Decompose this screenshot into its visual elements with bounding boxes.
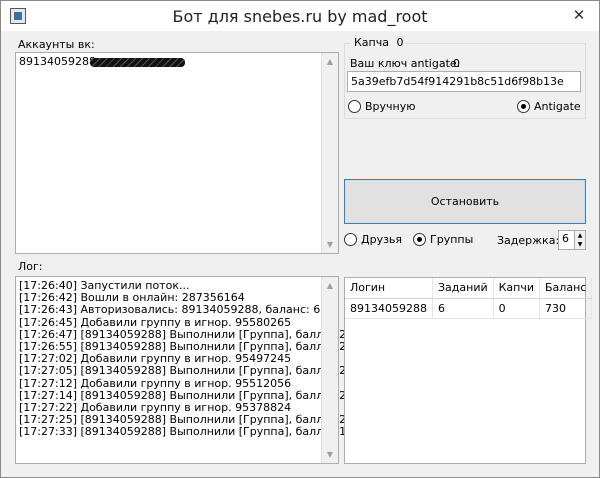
radio-groups-label: Группы (430, 233, 474, 246)
column-header[interactable]: Логин (345, 278, 433, 299)
radio-groups[interactable]: Группы (413, 233, 473, 246)
log-line: [17:27:12] Добавили группу в игнор. 9551… (19, 376, 292, 390)
log-textbox[interactable]: [17:26:40] Запустили поток... [17:26:42] … (15, 276, 354, 464)
table-cell: 0 (493, 298, 541, 319)
captcha-count: 0 (396, 36, 404, 49)
radio-manual-label: Вручную (365, 100, 416, 113)
accounts-textbox[interactable]: 89134059288 ▲ ▼ (15, 52, 339, 254)
title-bar: Бот для snebes.ru by mad_root ✕ (1, 1, 599, 31)
delay-spinner-buttons[interactable]: ▲ ▼ (574, 231, 585, 249)
captcha-group-label: Капча (354, 36, 389, 49)
antigate-key-input[interactable]: 5a39efb7d54f914291b8c51d6f98b13e (347, 71, 581, 92)
window-title: Бот для snebes.ru by mad_root (172, 7, 428, 26)
stats-grid[interactable]: Логин Заданий Капчи Баланс 89134059288 6 0 730 (344, 277, 593, 464)
table-row[interactable]: 89134059288 6 0 730 (345, 298, 593, 319)
redacted-scribble (89, 57, 185, 67)
table-cell: 730 (539, 298, 593, 319)
log-lines: [17:26:40] Запустили поток... [17:26:42] … (16, 279, 354, 439)
antigate-key-count: 0 (453, 57, 460, 70)
radio-antigate-label: Antigate (534, 100, 581, 113)
delay-spinner[interactable]: 6 ▲ ▼ (558, 230, 586, 250)
antigate-key-label: Ваш ключ antigate: (350, 57, 461, 70)
account-entry: 89134059288 (19, 55, 185, 68)
log-scrollbar[interactable]: ▲ ▼ (321, 277, 338, 463)
stats-header-row: Логин Заданий Капчи Баланс (345, 278, 593, 299)
close-button[interactable]: ✕ (568, 5, 590, 25)
radio-antigate-dot (517, 100, 530, 113)
spin-down-icon[interactable]: ▼ (575, 240, 585, 249)
radio-friends[interactable]: Друзья (344, 233, 402, 246)
log-line: [17:27:05] [89134059288] Выполнили [Груп… (19, 364, 354, 378)
accounts-label: Аккаунты вк: (18, 38, 95, 51)
stats-table: Логин Заданий Капчи Баланс 89134059288 6 0 730 (345, 278, 593, 319)
stats-body: 89134059288 6 0 730 (345, 298, 593, 319)
radio-groups-dot (413, 233, 426, 246)
app-window: Бот для snebes.ru by mad_root ✕ Аккаунты… (0, 0, 600, 478)
log-line: [17:26:45] Добавили группу в игнор. 9558… (19, 315, 292, 329)
table-cell: 89134059288 (345, 298, 433, 319)
spin-up-icon[interactable]: ▲ (575, 231, 585, 240)
account-entry-text: 89134059288 (19, 55, 96, 68)
scroll-down-icon[interactable]: ▼ (322, 446, 338, 463)
radio-friends-label: Друзья (361, 233, 403, 246)
radio-antigate[interactable]: Antigate (517, 100, 581, 113)
radio-friends-dot (344, 233, 357, 246)
scroll-up-icon[interactable]: ▲ (322, 277, 338, 294)
table-cell: 6 (432, 298, 494, 319)
delay-label: Задержка: (497, 234, 560, 247)
antigate-key-value: 5a39efb7d54f914291b8c51d6f98b13e (351, 75, 564, 88)
radio-manual[interactable]: Вручную (348, 100, 416, 113)
stop-button[interactable]: Остановить (344, 179, 586, 224)
log-line: [17:27:33] [89134059288] Выполнили [Груп… (19, 425, 354, 439)
log-label: Лог: (18, 260, 43, 273)
column-header[interactable]: Баланс (539, 278, 593, 299)
scroll-down-icon[interactable]: ▼ (322, 236, 338, 253)
column-header[interactable]: Заданий (432, 278, 494, 299)
scroll-up-icon[interactable]: ▲ (322, 53, 338, 70)
radio-manual-dot (348, 100, 361, 113)
column-header[interactable]: Капчи (493, 278, 541, 299)
captcha-group-title: Капча 0 (351, 36, 407, 49)
delay-value: 6 (562, 232, 569, 245)
log-line: [17:26:43] Авторизовались: 89134059288, … (19, 303, 335, 317)
accounts-scrollbar[interactable]: ▲ ▼ (321, 53, 338, 253)
